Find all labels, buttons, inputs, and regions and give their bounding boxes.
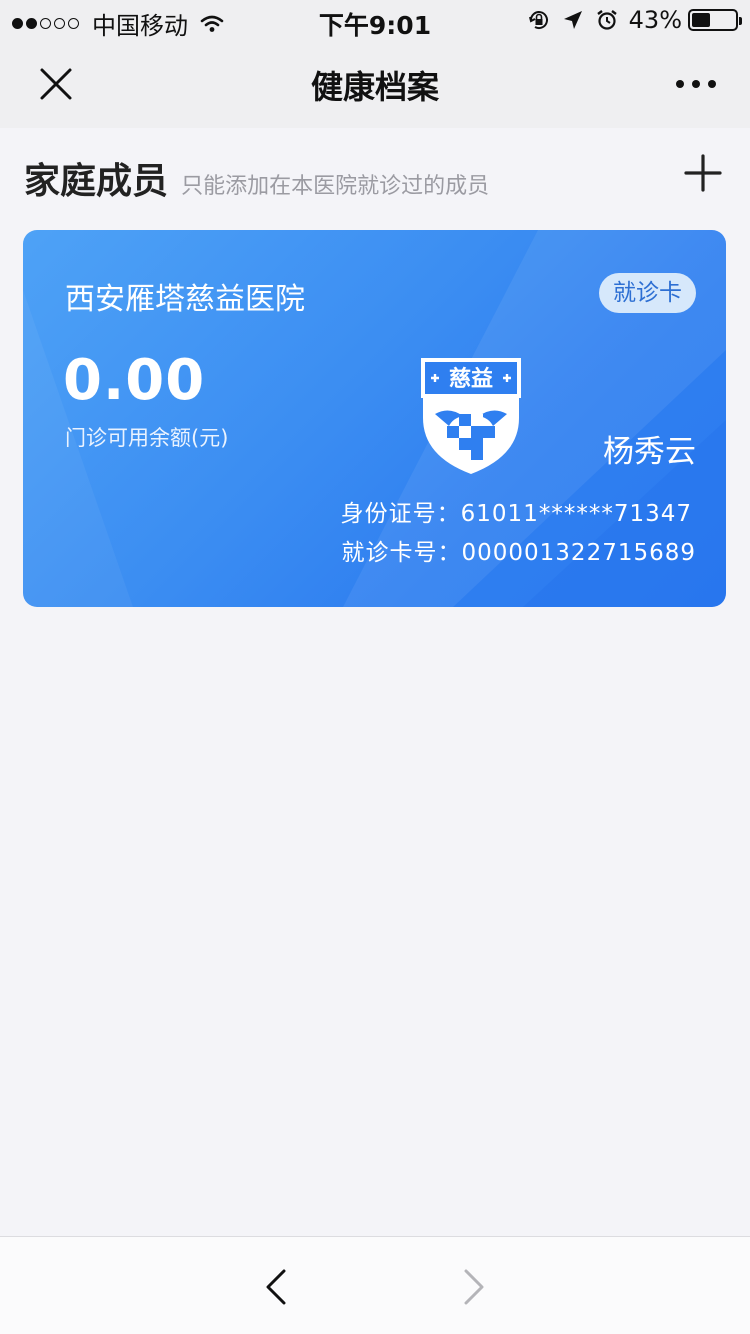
battery-icon [688,9,742,31]
balance-amount: 0.00 [63,348,206,413]
nav-bar: 健康档案 [0,40,750,128]
more-dot [708,80,716,88]
status-right: 43% [517,6,742,34]
id-label: 身份证号： [340,501,461,527]
holder-name: 杨秀云 [603,434,696,470]
card-number-label: 就诊卡号： [341,540,462,566]
balance-label: 门诊可用余额(元) [65,426,229,450]
card-number-value: 000001322715689 [461,540,696,566]
chevron-right-icon[interactable] [456,1267,492,1307]
alarm-icon [596,10,617,30]
family-subtitle: 只能添加在本医院就诊过的成员 [181,174,490,199]
status-bar: 中国移动 下午9:01 43% [0,0,750,40]
id-value: 61011******71347 [460,501,692,527]
hospital-logo: 慈益 [421,358,521,474]
battery-percent: 43% [628,6,682,34]
medical-card[interactable]: 西安雁塔慈益医院 就诊卡 0.00 门诊可用余额(元) 慈益 杨秀云 身份证号：… [23,230,726,607]
more-icon[interactable] [676,74,716,94]
logo-text: 慈益 [449,366,493,392]
card-type-badge: 就诊卡 [599,273,696,313]
id-number-row: 身份证号：61011******71347 [341,494,692,528]
location-arrow-icon [563,11,582,29]
more-dot [676,80,684,88]
hospital-name: 西安雁塔慈益医院 [65,282,305,317]
chevron-left-icon[interactable] [258,1267,294,1307]
family-title: 家庭成员 [24,161,169,202]
page-title: 健康档案 [310,68,439,106]
family-header: 家庭成员 只能添加在本医院就诊过的成员 [24,152,726,202]
more-dot [692,80,700,88]
card-number-row: 就诊卡号：000001322715689 [342,533,697,567]
bottom-toolbar [0,1236,750,1334]
plus-icon[interactable] [684,154,722,192]
battery-fill [692,13,710,27]
rotation-lock-icon [528,11,548,30]
